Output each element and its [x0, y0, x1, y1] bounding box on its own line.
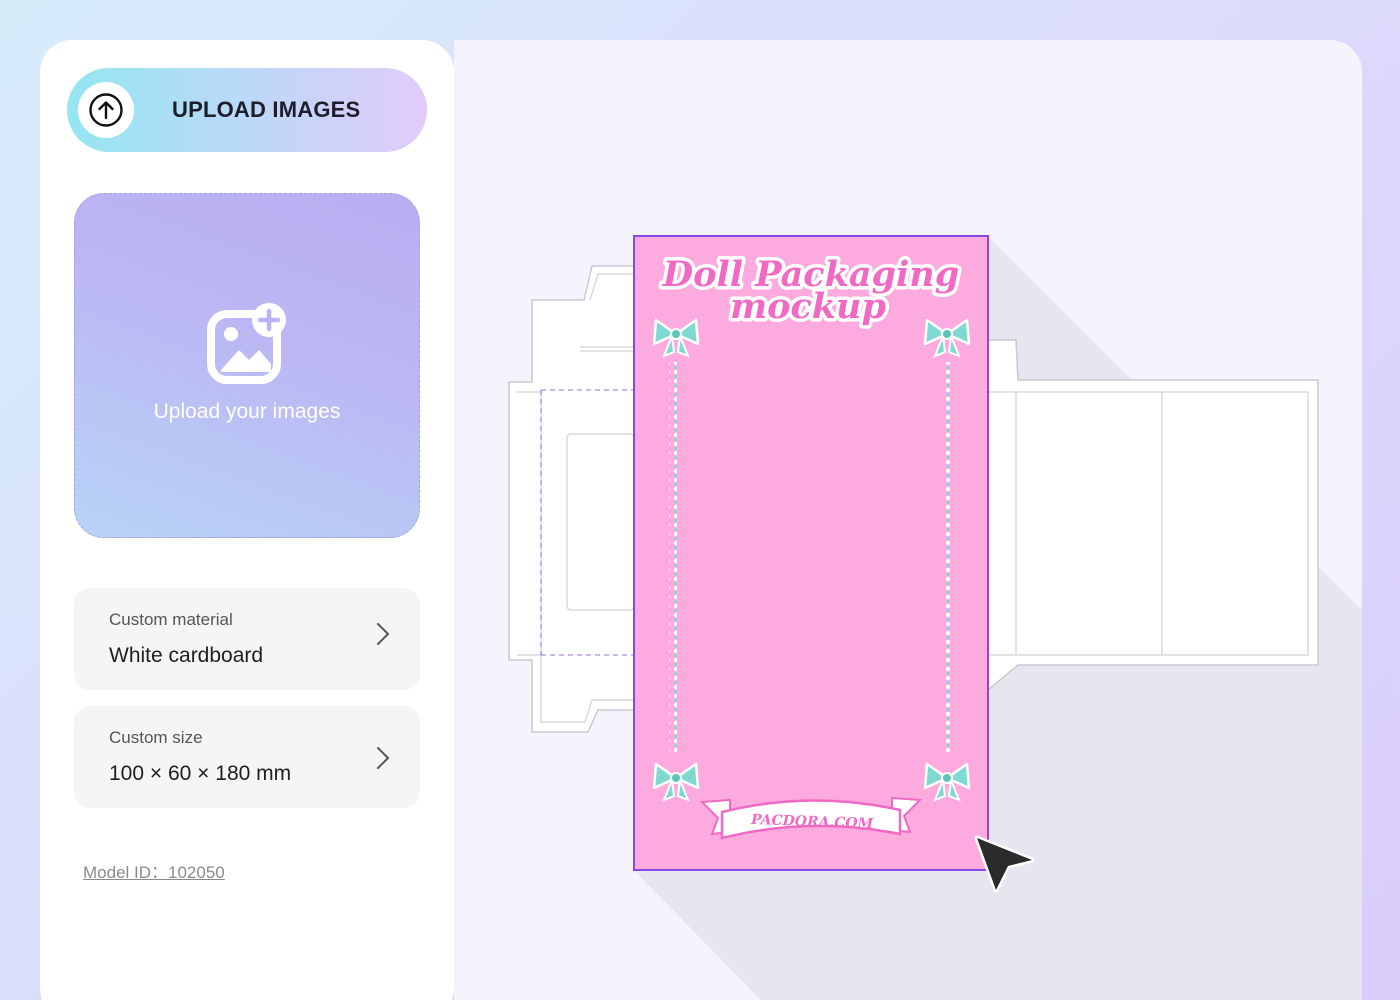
custom-material-value: White cardboard — [109, 644, 264, 667]
right-dotted-border — [946, 362, 954, 752]
custom-size-option[interactable]: Custom size 100 × 60 × 180 mm — [74, 706, 420, 808]
front-panel[interactable]: Doll Packaging mockup PACDORA.COM — [633, 235, 989, 871]
custom-size-label: Custom size — [109, 728, 203, 747]
model-id-link[interactable]: Model ID：102050 — [83, 858, 225, 883]
dieline-preview: Doll Packaging mockup PACDORA.COM — [508, 235, 1362, 1000]
upload-images-button[interactable]: UPLOAD IMAGES — [67, 68, 427, 152]
upload-dropzone[interactable]: Upload your images — [74, 193, 420, 538]
chevron-right-icon — [377, 623, 389, 645]
upload-images-label: UPLOAD IMAGES — [172, 97, 361, 122]
sidebar: UPLOAD IMAGES Upload your images Custom … — [40, 40, 454, 1000]
design-title-line2: mockup — [730, 286, 886, 327]
arrow-up-circle-icon — [78, 82, 134, 138]
custom-material-option[interactable]: Custom material White cardboard — [74, 588, 420, 690]
image-add-icon — [207, 302, 289, 389]
chevron-right-icon — [377, 747, 389, 769]
dropzone-text: Upload your images — [153, 400, 341, 423]
custom-size-value: 100 × 60 × 180 mm — [109, 762, 292, 785]
left-dotted-border — [669, 362, 677, 752]
design-canvas[interactable]: Doll Packaging mockup PACDORA.COM — [454, 40, 1362, 1000]
custom-material-label: Custom material — [109, 610, 233, 629]
